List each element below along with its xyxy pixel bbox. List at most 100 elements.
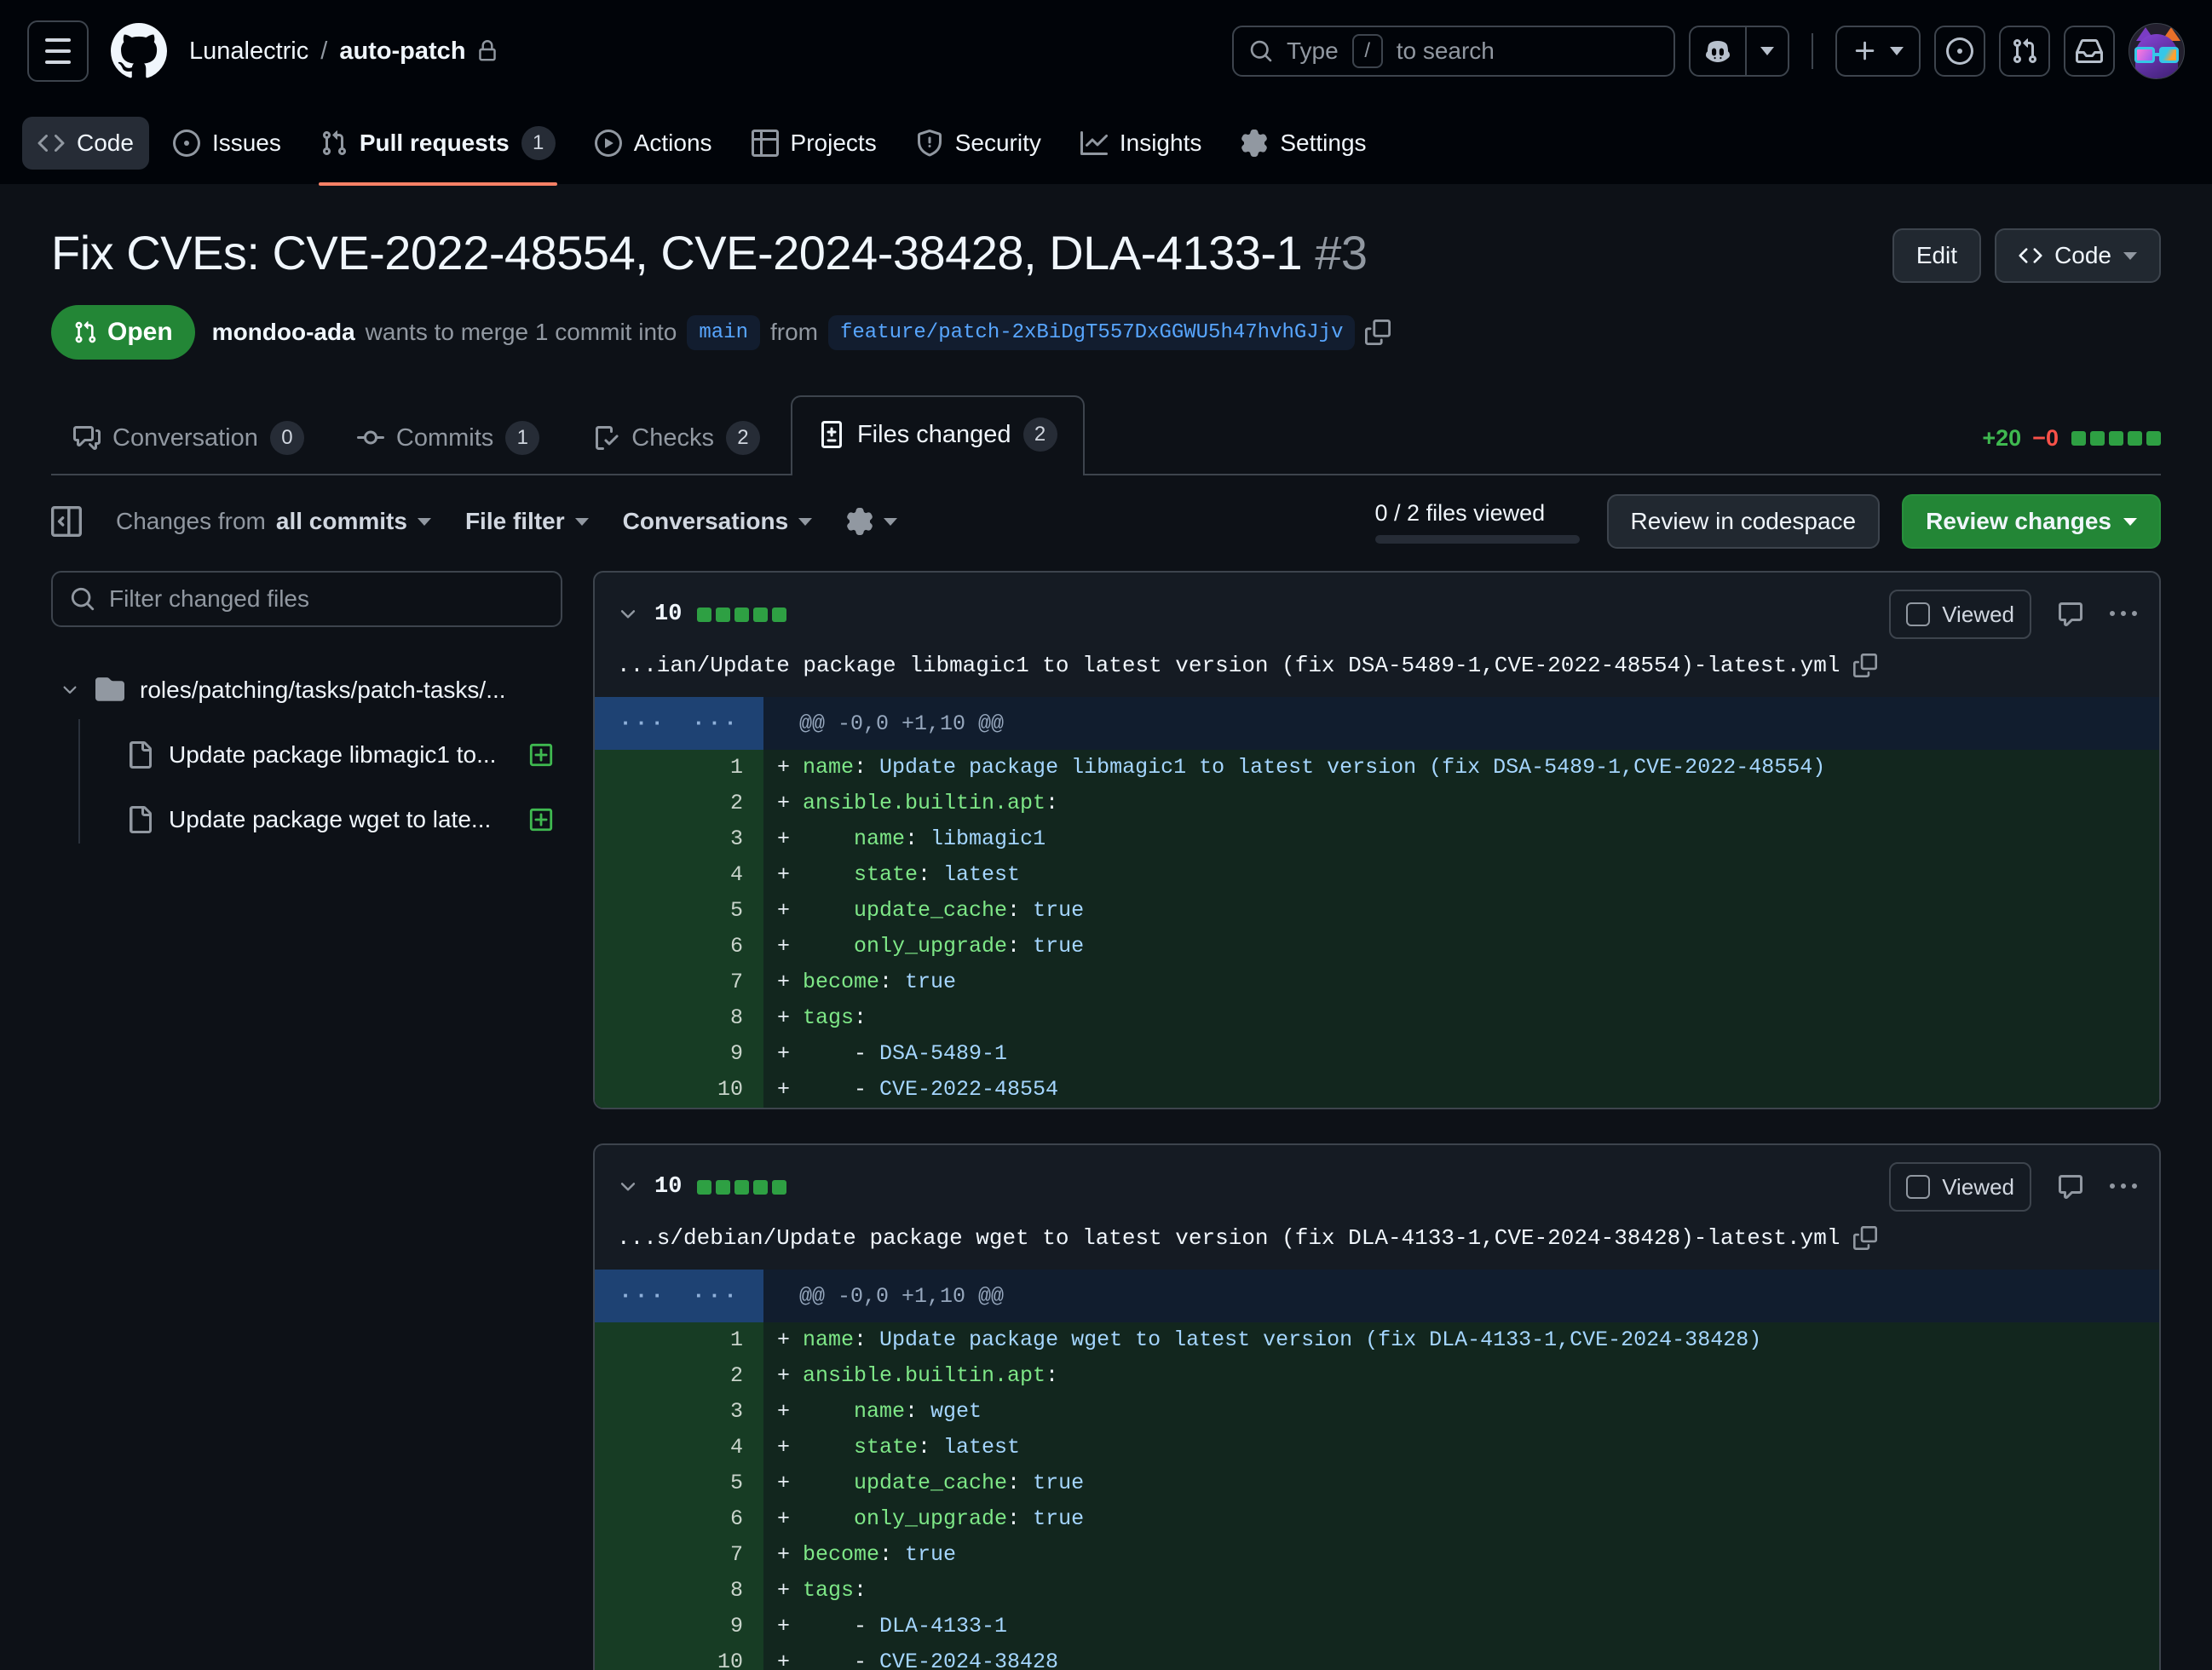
global-search-input[interactable]: Type / to search — [1232, 26, 1675, 77]
diff-line[interactable]: 4+ state: latest — [595, 1430, 2159, 1466]
line-number[interactable]: 3 — [595, 821, 763, 857]
diff-line[interactable]: 3+ name: wget — [595, 1394, 2159, 1430]
tree-file-libmagic1[interactable]: Update package libmagic1 to... — [51, 723, 562, 787]
diff-line[interactable]: 6+ only_upgrade: true — [595, 929, 2159, 965]
line-number[interactable]: 9 — [595, 1036, 763, 1072]
filter-changed-files-field[interactable] — [51, 571, 562, 627]
breadcrumb-repo[interactable]: auto-patch — [339, 37, 498, 66]
copilot-caret-down-icon[interactable] — [1745, 27, 1788, 75]
nav-item-pull-requests[interactable]: Pull requests 1 — [305, 113, 571, 173]
pr-title-text: Fix CVEs: CVE-2022-48554, CVE-2024-38428… — [51, 226, 1302, 279]
diff-line[interactable]: 9+ - DLA-4133-1 — [595, 1609, 2159, 1644]
line-number[interactable]: 1 — [595, 1322, 763, 1358]
viewed-toggle[interactable]: Viewed — [1889, 590, 2031, 639]
line-number[interactable]: 6 — [595, 929, 763, 965]
tab-files-changed[interactable]: Files changed 2 — [791, 395, 1085, 475]
tree-file-wget[interactable]: Update package wget to late... — [51, 787, 562, 852]
diff-line[interactable]: 5+ update_cache: true — [595, 1466, 2159, 1501]
conversations-dropdown[interactable]: Conversations — [623, 508, 813, 535]
copy-path-button[interactable] — [1853, 654, 1877, 677]
line-number[interactable]: 5 — [595, 893, 763, 929]
collapse-diff-button[interactable] — [617, 1176, 639, 1198]
line-number[interactable]: 6 — [595, 1501, 763, 1537]
file-options-button[interactable] — [2110, 1173, 2137, 1201]
pr-author[interactable]: mondoo-ada — [212, 319, 355, 346]
diff-line[interactable]: 2+ansible.builtin.apt: — [595, 1358, 2159, 1394]
chevron-down-icon[interactable] — [60, 680, 80, 700]
diff-line[interactable]: 1+name: Update package wget to latest ve… — [595, 1322, 2159, 1358]
line-number[interactable]: 8 — [595, 1000, 763, 1036]
diff-line[interactable]: 4+ state: latest — [595, 857, 2159, 893]
diff-line[interactable]: 7+become: true — [595, 1537, 2159, 1573]
diff-settings-dropdown[interactable] — [846, 508, 897, 535]
line-number[interactable]: 8 — [595, 1573, 763, 1609]
diff-line[interactable]: 7+become: true — [595, 965, 2159, 1000]
comment-button[interactable] — [2057, 1173, 2084, 1201]
line-number[interactable]: 9 — [595, 1609, 763, 1644]
nav-item-code[interactable]: Code — [22, 117, 149, 170]
expand-hunk-button[interactable]: ······ — [595, 1270, 763, 1322]
line-number[interactable]: 5 — [595, 1466, 763, 1501]
diff-line[interactable]: 3+ name: libmagic1 — [595, 821, 2159, 857]
viewed-checkbox[interactable] — [1906, 602, 1930, 626]
viewed-toggle[interactable]: Viewed — [1889, 1162, 2031, 1212]
expand-hunk-button[interactable]: ······ — [595, 697, 763, 750]
inbox-button[interactable] — [2064, 26, 2115, 77]
create-new-button[interactable] — [1835, 26, 1921, 77]
nav-item-issues[interactable]: Issues — [158, 117, 297, 170]
tree-folder-row[interactable]: roles/patching/tasks/patch-tasks/... — [51, 658, 562, 723]
diff-line[interactable]: 8+tags: — [595, 1573, 2159, 1609]
collapse-sidebar-button[interactable] — [51, 506, 82, 537]
line-number[interactable]: 4 — [595, 857, 763, 893]
line-number[interactable]: 2 — [595, 786, 763, 821]
viewed-checkbox[interactable] — [1906, 1175, 1930, 1199]
diff-line[interactable]: 1+name: Update package libmagic1 to late… — [595, 750, 2159, 786]
github-logo[interactable] — [111, 23, 167, 79]
diff-line[interactable]: 10+ - CVE-2022-48554 — [595, 1072, 2159, 1108]
tab-conversation[interactable]: Conversation 0 — [51, 402, 326, 474]
nav-item-settings[interactable]: Settings — [1225, 117, 1381, 170]
diff-line[interactable]: 6+ only_upgrade: true — [595, 1501, 2159, 1537]
line-number[interactable]: 1 — [595, 750, 763, 786]
copy-path-button[interactable] — [1853, 1226, 1877, 1250]
tab-checks[interactable]: Checks 2 — [570, 402, 782, 474]
diff-line[interactable]: 10+ - CVE-2024-38428 — [595, 1644, 2159, 1670]
line-number[interactable]: 10 — [595, 1644, 763, 1670]
diff-line[interactable]: 5+ update_cache: true — [595, 893, 2159, 929]
nav-item-actions[interactable]: Actions — [579, 117, 728, 170]
line-number[interactable]: 7 — [595, 1537, 763, 1573]
copy-branch-button[interactable] — [1365, 320, 1391, 345]
diff-filename[interactable]: ...s/debian/Update package wget to lates… — [617, 1225, 1840, 1251]
avatar[interactable] — [2128, 23, 2185, 79]
review-changes-button[interactable]: Review changes — [1902, 494, 2161, 549]
hamburger-menu-button[interactable] — [27, 20, 89, 82]
diff-line[interactable]: 9+ - DSA-5489-1 — [595, 1036, 2159, 1072]
issues-button[interactable] — [1934, 26, 1985, 77]
comment-button[interactable] — [2057, 601, 2084, 628]
head-branch-label[interactable]: feature/patch-2xBiDgT557DxGGWU5h47hvhGJj… — [828, 315, 1356, 350]
line-number[interactable]: 3 — [595, 1394, 763, 1430]
filter-changed-files-input[interactable] — [109, 585, 544, 613]
pull-requests-button[interactable] — [1999, 26, 2050, 77]
nav-item-insights[interactable]: Insights — [1065, 117, 1218, 170]
line-number[interactable]: 10 — [595, 1072, 763, 1108]
base-branch-label[interactable]: main — [687, 315, 760, 350]
copilot-button[interactable] — [1689, 26, 1789, 77]
breadcrumb-owner[interactable]: Lunalectric — [189, 37, 308, 66]
line-number[interactable]: 2 — [595, 1358, 763, 1394]
tab-commits[interactable]: Commits 1 — [335, 402, 562, 474]
diff-line[interactable]: 2+ansible.builtin.apt: — [595, 786, 2159, 821]
collapse-diff-button[interactable] — [617, 603, 639, 625]
diff-filename[interactable]: ...ian/Update package libmagic1 to lates… — [617, 653, 1840, 678]
edit-button[interactable]: Edit — [1892, 228, 1981, 283]
changes-from-dropdown[interactable]: Changes from all commits — [116, 508, 431, 535]
nav-item-projects[interactable]: Projects — [736, 117, 892, 170]
file-options-button[interactable] — [2110, 601, 2137, 628]
code-dropdown-button[interactable]: Code — [1995, 228, 2161, 283]
line-number[interactable]: 7 — [595, 965, 763, 1000]
review-in-codespace-button[interactable]: Review in codespace — [1607, 494, 1881, 549]
nav-item-security[interactable]: Security — [901, 117, 1057, 170]
diff-line[interactable]: 8+tags: — [595, 1000, 2159, 1036]
line-number[interactable]: 4 — [595, 1430, 763, 1466]
file-filter-dropdown[interactable]: File filter — [465, 508, 589, 535]
